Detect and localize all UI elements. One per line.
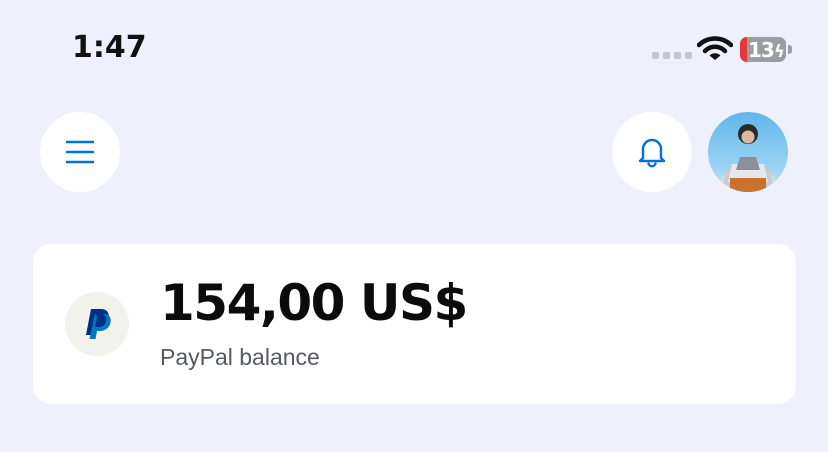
battery-charging-icon: 13ϟ [740,37,786,62]
notifications-button[interactable] [612,112,692,192]
paypal-logo [86,309,111,339]
avatar-photo [718,124,778,192]
hamburger-menu-icon [66,140,94,164]
status-time: 1:47 [72,30,147,65]
balance-label: PayPal balance [160,344,320,370]
cellular-signal-icon [652,52,692,59]
bell-icon [638,138,666,168]
profile-avatar[interactable] [708,112,788,192]
balance-amount: 154,00 US$ [160,274,468,332]
menu-button[interactable] [40,112,120,192]
balance-card[interactable]: 154,00 US$ PayPal balance [33,244,796,404]
battery-percent: 13 [748,38,775,62]
paypal-logo-badge [65,292,129,356]
battery-cap [788,45,792,54]
wifi-icon [697,36,733,60]
